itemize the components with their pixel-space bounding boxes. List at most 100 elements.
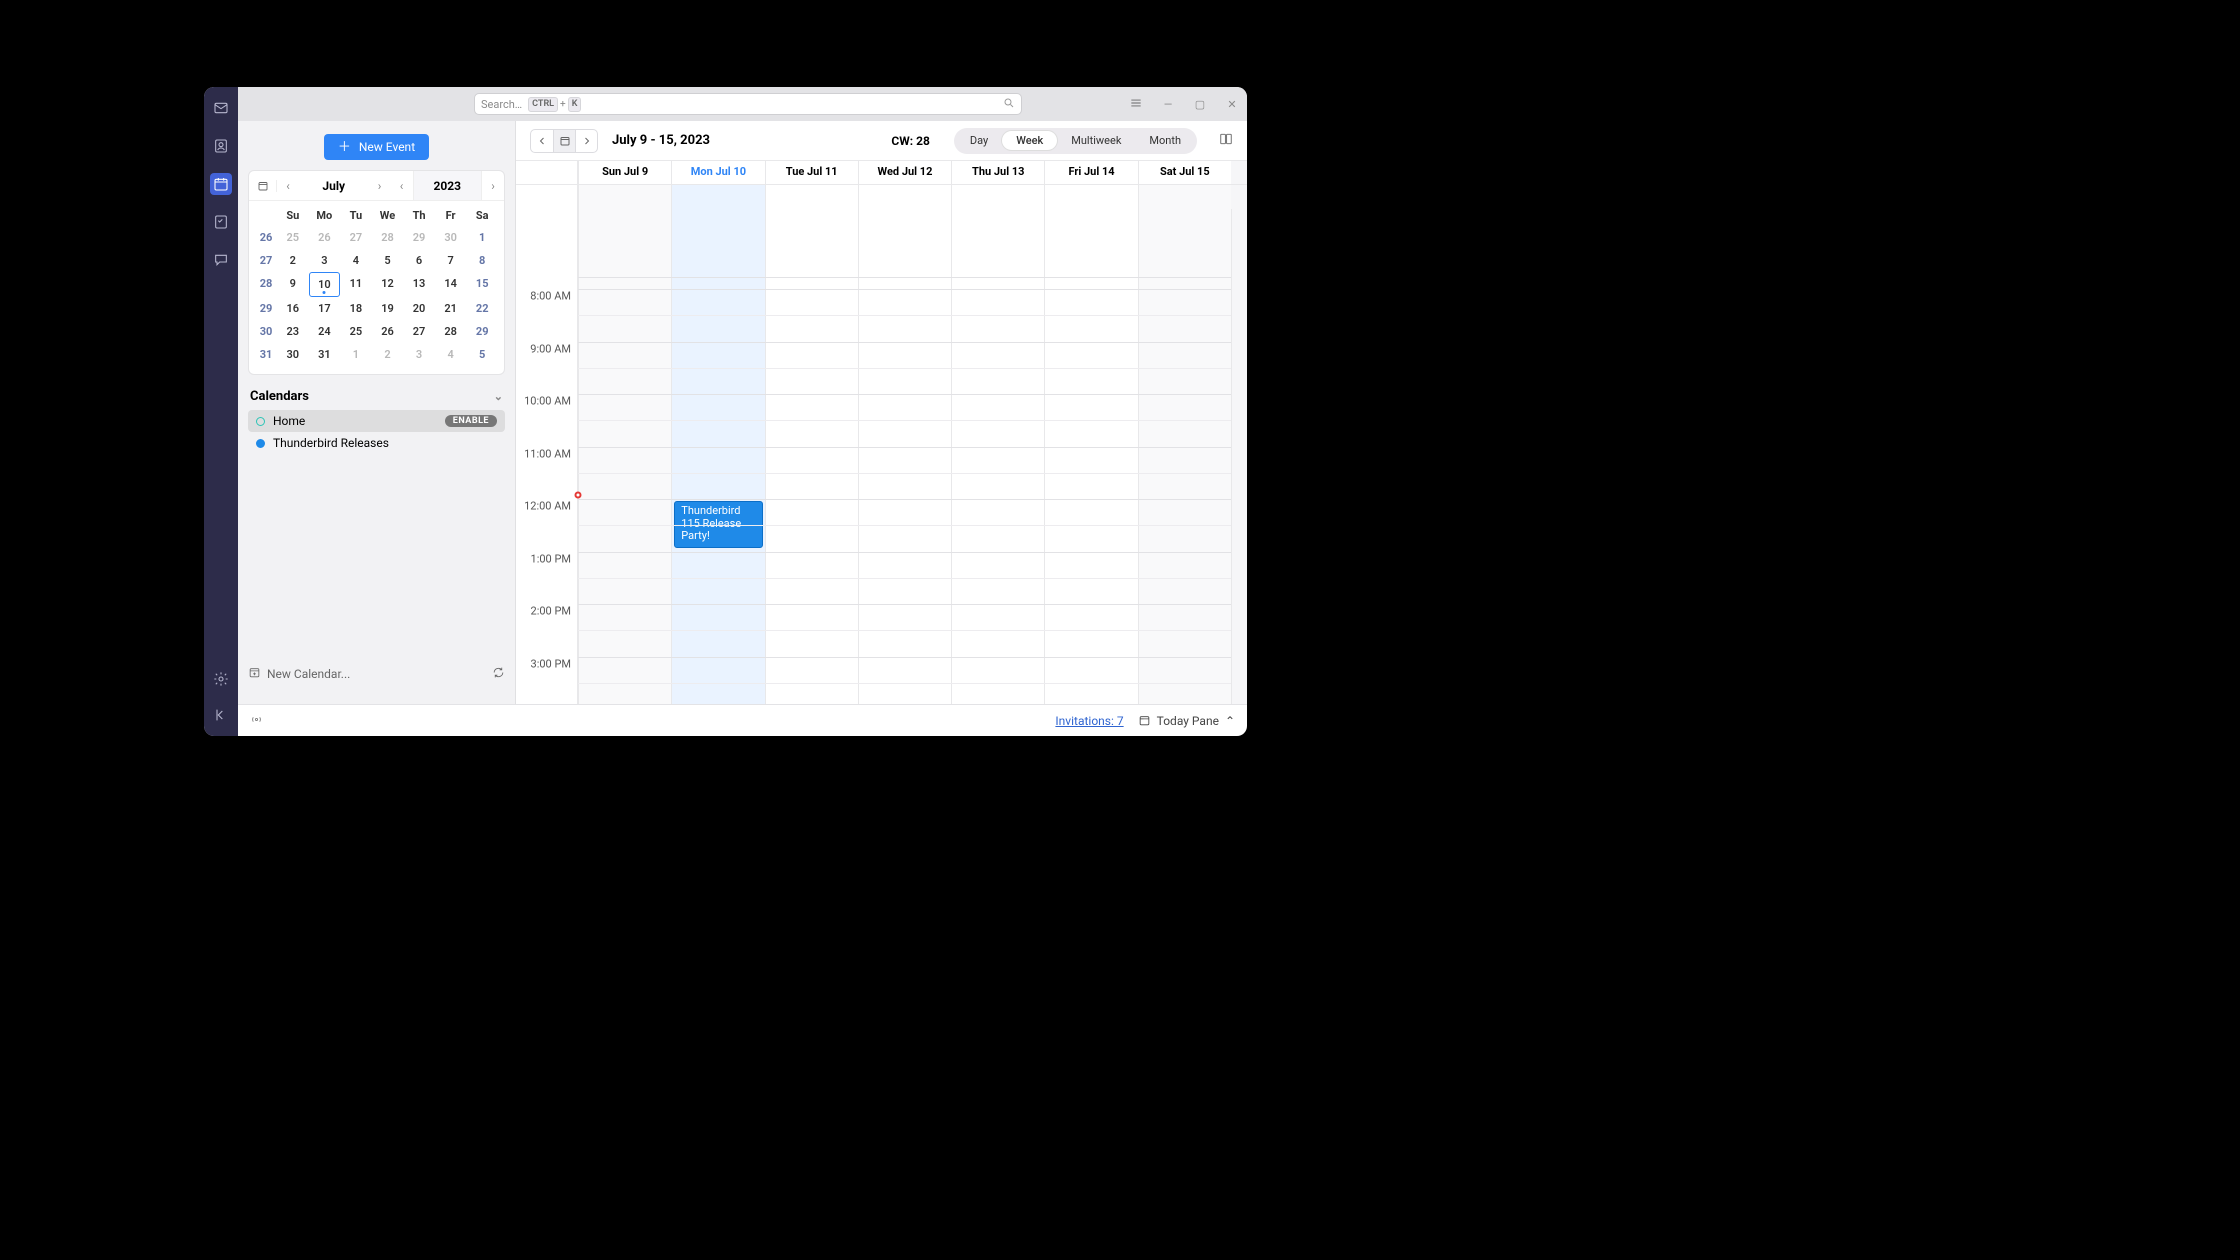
- day-column[interactable]: [858, 185, 951, 704]
- minicalendar-day[interactable]: 8: [466, 249, 498, 272]
- minicalendar-day[interactable]: 20: [403, 297, 435, 320]
- minicalendar-day[interactable]: 16: [277, 297, 309, 320]
- close-button[interactable]: ✕: [1225, 98, 1239, 111]
- broadcast-icon[interactable]: [250, 713, 263, 729]
- collapse-calendars-icon[interactable]: ⌄: [494, 390, 503, 403]
- month-label[interactable]: July: [299, 179, 369, 193]
- week-grid[interactable]: 8:00 AM9:00 AM10:00 AM11:00 AM12:00 AM1:…: [516, 185, 1247, 704]
- minicalendar-day[interactable]: 5: [372, 249, 404, 272]
- day-header[interactable]: Sun Jul 9: [578, 161, 671, 184]
- minicalendar-day[interactable]: 2: [372, 343, 404, 366]
- minicalendar-day[interactable]: 10: [309, 272, 341, 297]
- today-pane-toggle[interactable]: Today Pane ⌃: [1138, 714, 1235, 728]
- minicalendar-day[interactable]: 12: [372, 272, 404, 297]
- minicalendar-day[interactable]: 29: [403, 226, 435, 249]
- menu-icon[interactable]: [1129, 95, 1143, 114]
- minicalendar-day[interactable]: 18: [340, 297, 372, 320]
- sync-icon[interactable]: [492, 666, 505, 682]
- minimize-button[interactable]: —: [1161, 98, 1175, 111]
- calendar-icon[interactable]: [210, 173, 232, 195]
- minicalendar-day[interactable]: 26: [372, 320, 404, 343]
- settings-icon[interactable]: [210, 668, 232, 690]
- new-calendar-button[interactable]: New Calendar...: [267, 667, 350, 681]
- minicalendar-day[interactable]: 30: [435, 226, 467, 249]
- minicalendar-day[interactable]: 28: [435, 320, 467, 343]
- next-year-button[interactable]: ›: [482, 179, 504, 193]
- minicalendar-day[interactable]: 1: [466, 226, 498, 249]
- minicalendar-day[interactable]: 24: [309, 320, 341, 343]
- time-label: 3:00 PM: [531, 657, 571, 670]
- addressbook-icon[interactable]: [210, 135, 232, 157]
- day-header[interactable]: Mon Jul 10: [671, 161, 764, 184]
- minicalendar-day[interactable]: 27: [403, 320, 435, 343]
- next-month-button[interactable]: ›: [369, 179, 391, 193]
- minicalendar-day[interactable]: 31: [309, 343, 341, 366]
- minicalendar-day[interactable]: 27: [340, 226, 372, 249]
- tasks-icon[interactable]: [210, 211, 232, 233]
- minicalendar-day[interactable]: 11: [340, 272, 372, 297]
- minicalendar-day[interactable]: 26: [309, 226, 341, 249]
- minicalendar-day[interactable]: 15: [466, 272, 498, 297]
- collapse-icon[interactable]: [210, 704, 232, 726]
- enable-badge[interactable]: ENABLE: [445, 415, 497, 427]
- minicalendar-day[interactable]: 1: [340, 343, 372, 366]
- time-label: 9:00 AM: [530, 342, 571, 355]
- minicalendar-day[interactable]: 28: [372, 226, 404, 249]
- find-events-icon[interactable]: [1219, 131, 1233, 150]
- minicalendar-day[interactable]: 19: [372, 297, 404, 320]
- minicalendar-day[interactable]: 21: [435, 297, 467, 320]
- minicalendar-day[interactable]: 29: [466, 320, 498, 343]
- day-header[interactable]: Tue Jul 11: [765, 161, 858, 184]
- new-event-button[interactable]: ＋ New Event: [324, 134, 429, 160]
- minicalendar-day[interactable]: 2: [277, 249, 309, 272]
- view-week[interactable]: Week: [1002, 131, 1057, 150]
- minicalendar-day[interactable]: 30: [277, 343, 309, 366]
- minicalendar-day[interactable]: 23: [277, 320, 309, 343]
- minicalendar-day[interactable]: 5: [466, 343, 498, 366]
- minicalendar-day[interactable]: 4: [340, 249, 372, 272]
- minicalendar-day[interactable]: 9: [277, 272, 309, 297]
- view-day[interactable]: Day: [956, 131, 1002, 150]
- minicalendar-day[interactable]: 25: [340, 320, 372, 343]
- prev-month-button[interactable]: ‹: [277, 179, 299, 193]
- day-columns[interactable]: Thunderbird 115 Release Party!: [578, 185, 1247, 704]
- view-multiweek[interactable]: Multiweek: [1057, 131, 1135, 150]
- day-column[interactable]: [578, 185, 671, 704]
- minicalendar-day[interactable]: 25: [277, 226, 309, 249]
- minicalendar-day[interactable]: 14: [435, 272, 467, 297]
- minicalendar-day[interactable]: 7: [435, 249, 467, 272]
- day-column[interactable]: Thunderbird 115 Release Party!: [671, 185, 764, 704]
- chat-icon[interactable]: [210, 249, 232, 271]
- prev-year-button[interactable]: ‹: [391, 179, 413, 193]
- day-column[interactable]: [951, 185, 1044, 704]
- calendar-plus-icon[interactable]: [248, 666, 261, 682]
- day-column[interactable]: [765, 185, 858, 704]
- view-month[interactable]: Month: [1135, 131, 1195, 150]
- calendar-small-icon: [1138, 714, 1151, 727]
- minicalendar-today-icon[interactable]: [249, 180, 277, 192]
- calendar-item[interactable]: Thunderbird Releases: [248, 432, 505, 454]
- minicalendar-day[interactable]: 22: [466, 297, 498, 320]
- day-header[interactable]: Sat Jul 15: [1138, 161, 1231, 184]
- minicalendar-day[interactable]: 3: [309, 249, 341, 272]
- maximize-button[interactable]: ▢: [1193, 98, 1207, 111]
- day-header[interactable]: Fri Jul 14: [1044, 161, 1137, 184]
- minicalendar-day[interactable]: 6: [403, 249, 435, 272]
- mail-icon[interactable]: [210, 97, 232, 119]
- minicalendar-day[interactable]: 17: [309, 297, 341, 320]
- day-column[interactable]: [1138, 185, 1231, 704]
- search-input[interactable]: Search… CTRL + K: [474, 93, 1022, 115]
- next-period-button[interactable]: [575, 130, 597, 152]
- prev-period-button[interactable]: [531, 130, 553, 152]
- minicalendar-day[interactable]: 4: [435, 343, 467, 366]
- minicalendar-day[interactable]: 3: [403, 343, 435, 366]
- day-header[interactable]: Thu Jul 13: [951, 161, 1044, 184]
- minicalendar-day[interactable]: 13: [403, 272, 435, 297]
- day-header[interactable]: Wed Jul 12: [858, 161, 951, 184]
- calendar-event[interactable]: Thunderbird 115 Release Party!: [674, 501, 762, 548]
- year-label[interactable]: 2023: [413, 171, 483, 200]
- invitations-link[interactable]: Invitations: 7: [1055, 714, 1123, 728]
- day-column[interactable]: [1044, 185, 1137, 704]
- calendar-item[interactable]: HomeENABLE: [248, 410, 505, 432]
- today-button[interactable]: [553, 130, 575, 152]
